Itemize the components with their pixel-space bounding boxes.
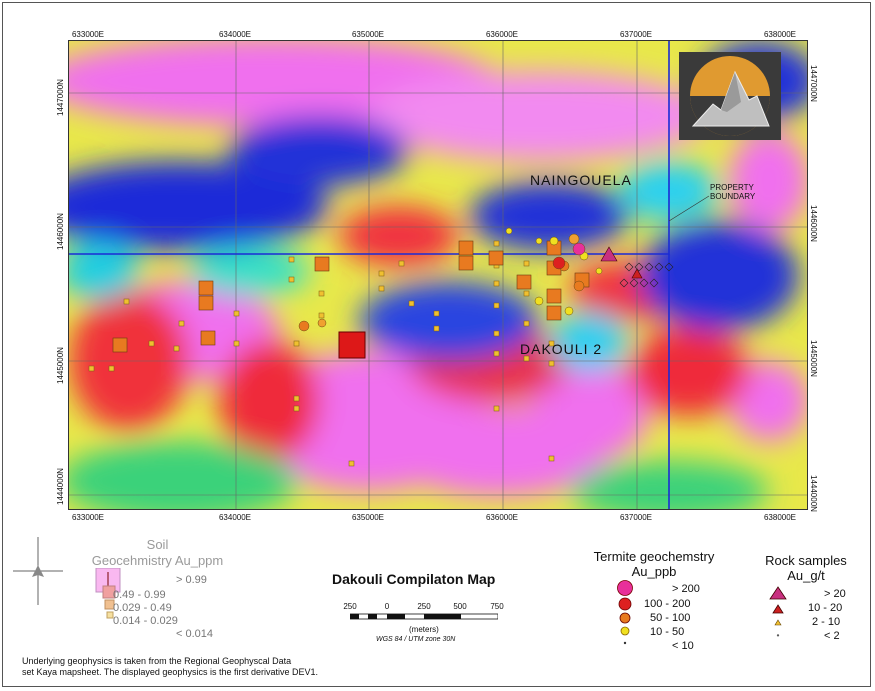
note-line: set Kaya mapsheet. The displayed geophys… [22,667,318,677]
scale-units: (meters) [409,625,439,634]
boundary-label-line: BOUNDARY [710,192,756,201]
place-naingouela: NAINGOUELA [530,172,632,188]
note-line: Underlying geophysics is taken from the … [22,656,292,666]
rock-class-label: < 2 [824,630,840,642]
soil-sample-max [338,331,366,359]
geophysics-note: Underlying geophysics is taken from the … [22,656,318,678]
easting-bottom-label: 638000E [763,513,797,522]
easting-top-label: 634000E [218,30,252,39]
termite-legend-title-line: Termite geochemstry [593,549,715,564]
easting-top-label: 635000E [351,30,385,39]
north-arrow-icon [13,537,63,605]
termite-class-label: > 200 [672,583,700,595]
termite-legend-symbols [617,580,633,645]
rock-class-label: > 20 [824,588,846,600]
easting-top-label: 636000E [485,30,519,39]
rock-legend-symbols [769,586,787,637]
termite-class-label: 50 - 100 [650,612,691,624]
easting-bottom-label: 634000E [218,513,252,522]
soil-class-label: > 0.99 [176,574,207,586]
northing-left-label: 1445000N [56,347,65,384]
rock-legend-title: Rock samples Au_g/t [752,553,860,583]
termite-legend-title-line: Au_ppb [631,564,677,579]
soil-legend-title: Soil Geocehmistry Au_ppm [70,537,245,569]
soil-class-label: 0.49 - 0.99 [113,589,166,601]
northing-left-label: 1444000N [56,468,65,505]
rock-class-label: 10 - 20 [808,602,843,614]
easting-top-label: 633000E [71,30,105,39]
soil-class-label: < 0.014 [176,628,214,640]
scale-label: 0 [384,602,390,611]
termite-class-label: 10 - 50 [650,626,685,638]
easting-bottom-label: 633000E [71,513,105,522]
easting-top-label: 637000E [619,30,653,39]
place-dakouli: DAKOULI 2 [520,341,603,357]
northing-right-label: 1445000N [809,340,818,377]
northing-right-label: 1444000N [809,475,818,512]
soil-legend-title-line: Geocehmistry Au_ppm [91,553,224,568]
soil-class-label: 0.014 - 0.029 [113,615,178,627]
northing-left-label: 1446000N [56,213,65,250]
scale-projection: WGS 84 / UTM zone 30N [376,636,456,643]
termite-class-label: 100 - 200 [644,598,691,610]
termite-legend-title: Termite geochemstry Au_ppb [580,549,728,579]
property-boundary-label: PROPERTY BOUNDARY [710,183,755,201]
rock-legend-title-line: Au_g/t [787,568,825,583]
scale-label: 250 [343,602,357,611]
easting-bottom-label: 636000E [485,513,519,522]
scale-label: 500 [453,602,467,611]
northing-right-label: 1447000N [809,65,818,102]
scale-bar [350,613,498,620]
easting-bottom-label: 637000E [619,513,653,522]
soil-legend-title-line: Soil [146,537,169,552]
map-title: Dakouli Compilaton Map [332,571,496,587]
termite-class-label: < 10 [672,640,694,652]
boundary-label-line: PROPERTY [710,183,754,192]
northing-left-label: 1447000N [56,79,65,116]
northing-right-label: 1446000N [809,205,818,242]
soil-class-label: 0.029 - 0.49 [113,602,172,614]
scale-label: 250 [417,602,431,611]
company-logo [679,52,781,140]
rock-class-label: 2 - 10 [812,616,841,628]
scale-label: 750 [490,602,504,611]
rock-legend-title-line: Rock samples [765,553,847,568]
easting-bottom-label: 635000E [351,513,385,522]
easting-top-label: 638000E [763,30,797,39]
